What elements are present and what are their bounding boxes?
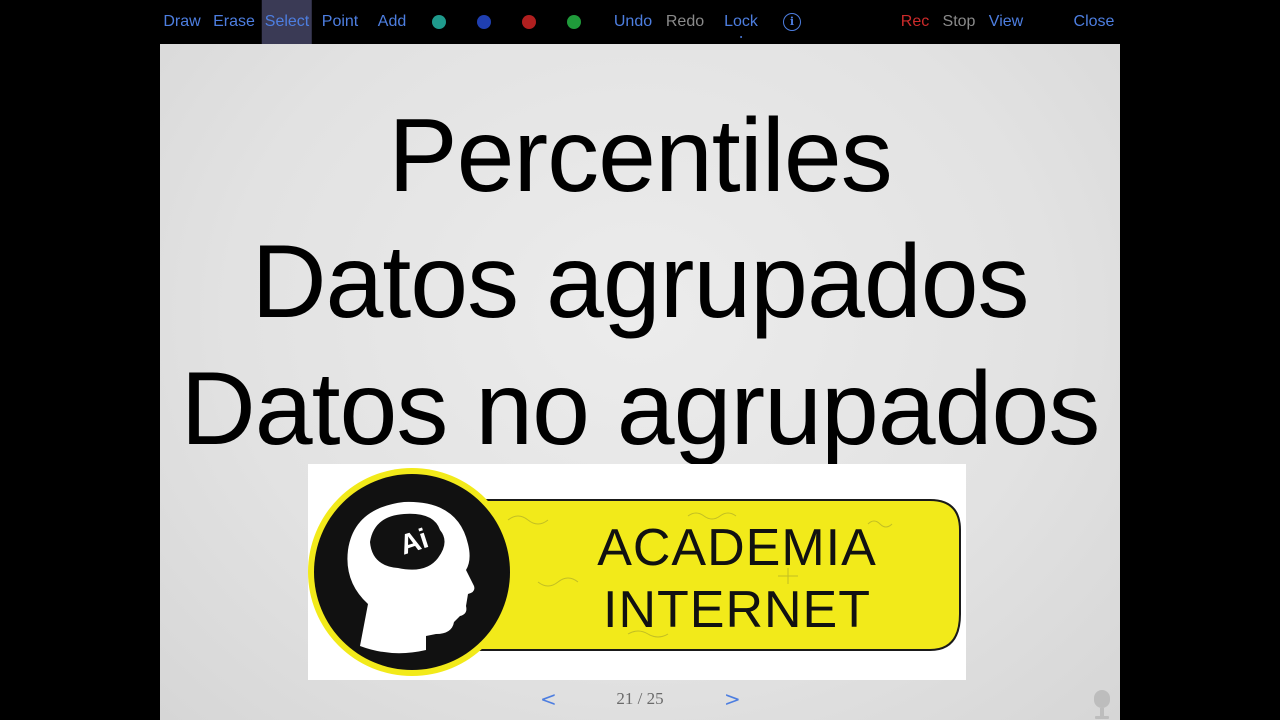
lock-button-label: Lock (724, 13, 758, 30)
point-button[interactable]: Point (322, 0, 358, 44)
previous-slide-button[interactable]: < (540, 684, 557, 714)
red-color-swatch[interactable] (522, 15, 536, 29)
draw-button[interactable]: Draw (163, 0, 200, 44)
info-icon[interactable]: i (783, 13, 801, 31)
lock-button[interactable]: Lock (724, 0, 758, 44)
teal-color-swatch[interactable] (432, 15, 446, 29)
microphone-icon[interactable] (1090, 688, 1114, 720)
redo-button[interactable]: Redo (666, 0, 704, 44)
slide-subtitle-ungrouped: Datos no agrupados (180, 351, 1101, 467)
slide-title: Percentiles (388, 98, 892, 214)
stop-button[interactable]: Stop (943, 0, 976, 44)
undo-button[interactable]: Undo (614, 0, 652, 44)
erase-button[interactable]: Erase (213, 0, 255, 44)
next-slide-button[interactable]: > (724, 684, 741, 714)
logo-text-internet: INTERNET (603, 581, 871, 639)
green-color-swatch[interactable] (567, 15, 581, 29)
toolbar: Draw Erase Select Point Add Undo Redo Lo… (0, 0, 1280, 44)
page-counter: 21 / 25 (616, 689, 664, 708)
close-button[interactable]: Close (1074, 0, 1115, 44)
view-button[interactable]: View (989, 0, 1023, 44)
lock-indicator-dot (739, 36, 742, 38)
blue-color-swatch[interactable] (477, 15, 491, 29)
add-button[interactable]: Add (378, 0, 406, 44)
rec-button[interactable]: Rec (901, 0, 929, 44)
academia-internet-logo: Ai ACADEMIA INTERNET (308, 464, 966, 680)
logo-text-academia: ACADEMIA (597, 519, 877, 577)
slide-canvas[interactable]: Percentiles Datos agrupados Datos no agr… (160, 44, 1120, 720)
select-button[interactable]: Select (261, 0, 313, 44)
slide-subtitle-grouped: Datos agrupados (251, 224, 1029, 340)
